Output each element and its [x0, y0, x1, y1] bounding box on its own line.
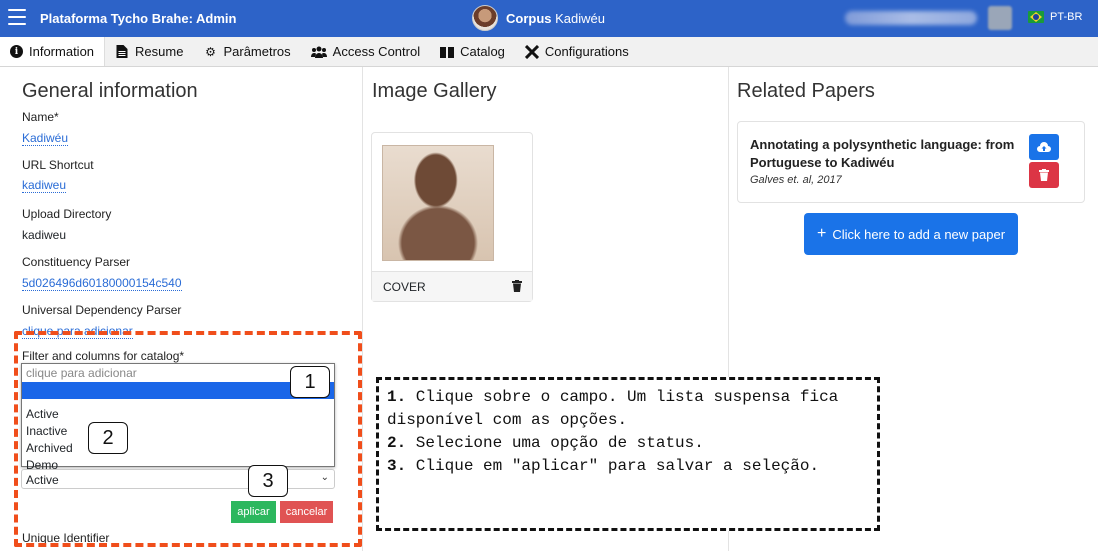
info-icon: i: [10, 45, 23, 58]
image-gallery-title: Image Gallery: [372, 80, 497, 102]
plus-icon: +: [816, 225, 827, 242]
card-footer: COVER: [372, 271, 532, 301]
upload-directory-value: kadiweu: [22, 228, 67, 242]
add-paper-button[interactable]: + Click here to add a new paper: [804, 213, 1018, 255]
name-field[interactable]: Kadiwéu: [22, 131, 69, 146]
upload-directory-label: Upload Directory: [22, 207, 112, 221]
general-info-title: General information: [22, 80, 198, 102]
step-number-1: 1: [290, 366, 330, 398]
book-icon: [440, 46, 455, 58]
user-name-blurred[interactable]: [845, 11, 977, 25]
top-navbar: Plataforma Tycho Brahe: Admin Corpus Kad…: [0, 0, 1098, 37]
url-shortcut-field[interactable]: kadiweu: [22, 178, 67, 193]
url-shortcut-label: URL Shortcut: [22, 158, 94, 172]
cover-label: COVER: [383, 280, 426, 294]
tab-bar: i Information Resume ⚙ Parâmetros Access…: [0, 37, 1098, 67]
brazil-flag-icon: [1028, 11, 1044, 23]
ud-parser-label: Universal Dependency Parser: [22, 303, 182, 317]
related-papers-title: Related Papers: [737, 80, 875, 102]
corpus-logo-icon: [472, 5, 498, 31]
tab-configurations[interactable]: Configurations: [515, 37, 639, 66]
instruction-1: 1. Clique sobre o campo. Um lista suspen…: [387, 388, 839, 429]
tools-icon: [524, 44, 539, 59]
app-title[interactable]: Plataforma Tycho Brahe: Admin: [40, 11, 236, 26]
instruction-3: 3. Clique em "aplicar" para salvar a sel…: [387, 457, 820, 475]
name-label: Name*: [22, 110, 59, 124]
corpus-prefix: Corpus: [506, 10, 552, 26]
add-paper-label: Click here to add a new paper: [832, 226, 1006, 242]
file-icon: [116, 45, 128, 58]
constituency-parser-label: Constituency Parser: [22, 255, 131, 269]
tab-catalog[interactable]: Catalog: [430, 37, 515, 66]
column-divider: [362, 67, 363, 551]
language-selector[interactable]: PT-BR: [1028, 11, 1082, 23]
menu-icon[interactable]: [8, 9, 26, 25]
step-number-2: 2: [88, 422, 128, 454]
paper-card: Annotating a polysynthetic language: fro…: [737, 121, 1085, 203]
constituency-parser-field[interactable]: 5d026496d60180000154c540: [22, 276, 182, 291]
tab-parametros[interactable]: ⚙ Parâmetros: [193, 37, 300, 66]
highlight-frame: [14, 331, 362, 547]
language-label: PT-BR: [1050, 11, 1083, 23]
trash-icon[interactable]: [512, 280, 522, 292]
users-icon: [310, 46, 327, 58]
delete-paper-button[interactable]: [1029, 162, 1059, 188]
tab-access-control[interactable]: Access Control: [301, 37, 430, 66]
corpus-name: Kadiwéu: [555, 10, 605, 26]
cover-image[interactable]: [382, 145, 494, 261]
instructions-box: 1. Clique sobre o campo. Um lista suspen…: [376, 377, 880, 531]
instruction-2: 2. Selecione uma opção de status.: [387, 434, 704, 452]
tab-information[interactable]: i Information: [0, 37, 106, 66]
upload-paper-button[interactable]: [1029, 134, 1059, 160]
gallery-card: COVER: [371, 132, 533, 302]
tab-resume[interactable]: Resume: [105, 37, 193, 66]
cogs-icon: ⚙: [205, 44, 216, 59]
cloud-upload-icon: [1037, 141, 1051, 152]
avatar[interactable]: [988, 6, 1012, 30]
step-number-3: 3: [248, 465, 288, 497]
paper-title: Annotating a polysynthetic language: fro…: [750, 137, 1015, 170]
trash-icon: [1039, 169, 1049, 181]
corpus-indicator[interactable]: Corpus Kadiwéu: [472, 5, 605, 31]
paper-meta: Galves et. al, 2017: [750, 174, 842, 186]
